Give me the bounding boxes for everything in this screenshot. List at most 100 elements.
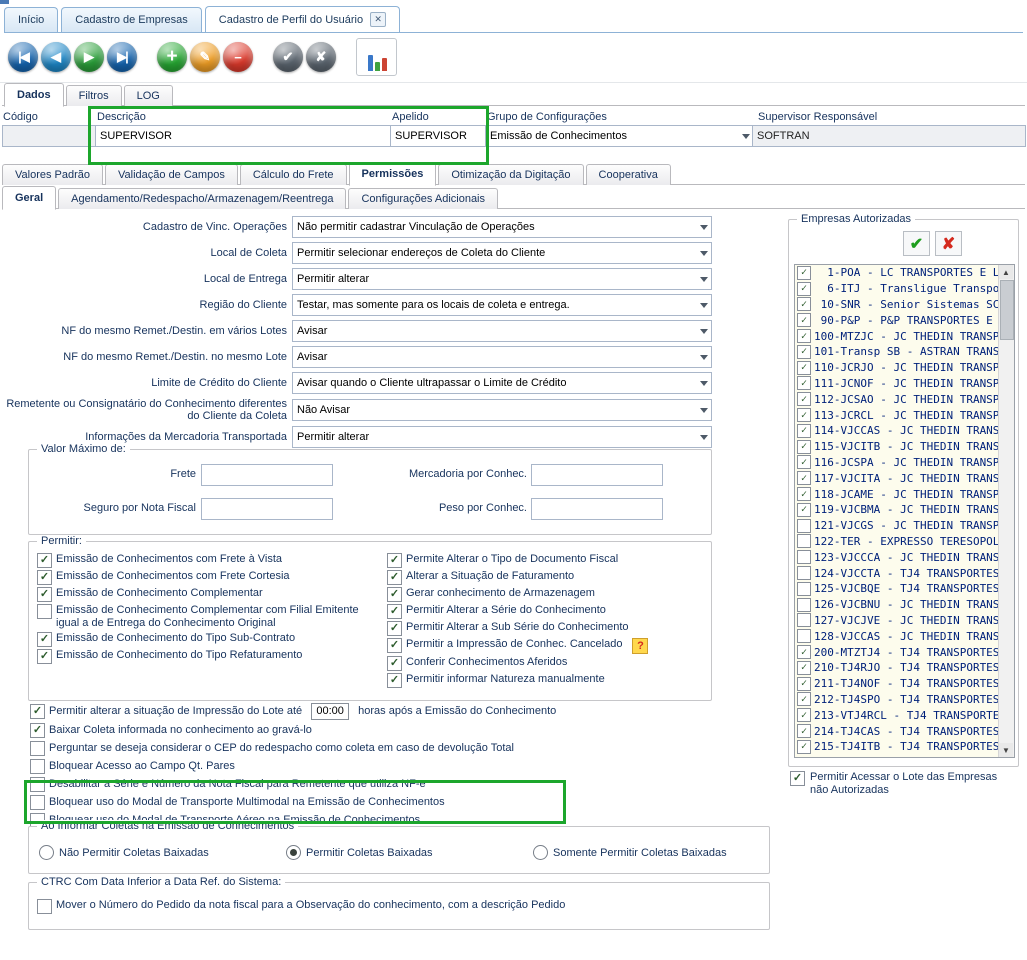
tab-filtros[interactable]: Filtros: [66, 85, 122, 106]
chevron-down-icon[interactable]: [696, 321, 711, 341]
company-row[interactable]: ✓ 10-SNR - Senior Sistemas SC: [795, 297, 1014, 313]
subtab-geral[interactable]: Geral: [2, 186, 56, 210]
chevron-down-icon[interactable]: [696, 373, 711, 393]
company-checkbox[interactable]: ✓: [797, 297, 811, 311]
radio-item[interactable]: Não Permitir Coletas Baixadas: [39, 845, 286, 860]
checkbox-item[interactable]: Mover o Número do Pedido da nota fiscal …: [37, 899, 757, 914]
dropdown-local-de-coleta[interactable]: Permitir selecionar endereços de Coleta …: [292, 242, 712, 264]
cancel-selection-button[interactable]: ✘: [935, 231, 962, 256]
company-row[interactable]: ✓200-MTZTJ4 - TJ4 TRANSPORTES: [795, 644, 1014, 660]
vertical-scrollbar[interactable]: ▲ ▼: [998, 265, 1014, 757]
company-checkbox[interactable]: ✓: [797, 487, 811, 501]
checkbox[interactable]: ✓: [30, 704, 45, 719]
company-row[interactable]: ✓113-JCRCL - JC THEDIN TRANSP: [795, 407, 1014, 423]
scroll-down-icon[interactable]: ▼: [999, 743, 1013, 757]
checkbox[interactable]: ✓: [387, 604, 402, 619]
company-checkbox[interactable]: ✓: [797, 408, 811, 422]
checkbox[interactable]: [30, 759, 45, 774]
checkbox[interactable]: ✓: [387, 621, 402, 636]
company-checkbox[interactable]: ✓: [797, 645, 811, 659]
company-checkbox[interactable]: ✓: [797, 282, 811, 296]
checkbox[interactable]: ✓: [387, 570, 402, 585]
scrollbar-thumb[interactable]: [1000, 280, 1014, 340]
company-row[interactable]: ✓119-VJCBMA - JC THEDIN TRANS: [795, 502, 1014, 518]
company-row[interactable]: 125-VJCBQE - TJ4 TRANSPORTES: [795, 581, 1014, 597]
company-row[interactable]: ✓210-TJ4RJO - TJ4 TRANSPORTES: [795, 660, 1014, 676]
tab-permissoes[interactable]: Permissões: [349, 162, 437, 186]
chevron-down-icon[interactable]: [696, 400, 711, 420]
grupo-combobox[interactable]: Emissão de Conhecimentos: [485, 125, 758, 147]
checkbox-item[interactable]: ✓Emissão de Conhecimentos com Frete à Vi…: [37, 553, 384, 568]
report-chart-button[interactable]: [356, 38, 397, 76]
company-row[interactable]: ✓118-JCAME - JC THEDIN TRANSP: [795, 486, 1014, 502]
company-row[interactable]: 126-VJCBNU - JC THEDIN TRANS: [795, 597, 1014, 613]
checkbox[interactable]: ✓: [37, 632, 52, 647]
tab-calculo-do-frete[interactable]: Cálculo do Frete: [240, 164, 347, 185]
radio-button[interactable]: [286, 845, 301, 860]
company-checkbox[interactable]: [797, 566, 811, 580]
company-checkbox[interactable]: ✓: [797, 708, 811, 722]
mdi-tab-cadastro-de-empresas[interactable]: Cadastro de Empresas: [61, 7, 202, 32]
company-checkbox[interactable]: ✓: [797, 376, 811, 390]
company-checkbox[interactable]: ✓: [797, 740, 811, 754]
company-row[interactable]: ✓212-TJ4SPO - TJ4 TRANSPORTES: [795, 692, 1014, 708]
radio-button[interactable]: [533, 845, 548, 860]
company-checkbox[interactable]: ✓: [797, 345, 811, 359]
checkbox[interactable]: ✓: [30, 723, 45, 738]
checkbox[interactable]: ✓: [790, 771, 805, 786]
company-checkbox[interactable]: ✓: [797, 692, 811, 706]
supervisor-field[interactable]: SOFTRAN: [752, 125, 1026, 147]
checkbox-item[interactable]: ✓Permitir alterar a situação de Impressã…: [30, 703, 760, 720]
company-checkbox[interactable]: [797, 598, 811, 612]
company-row[interactable]: ✓100-MTZJC - JC THEDIN TRANSP: [795, 328, 1014, 344]
company-row[interactable]: ✓ 90-P&P - P&P TRANSPORTES E: [795, 312, 1014, 328]
confirm-selection-button[interactable]: ✔: [903, 231, 930, 256]
company-checkbox[interactable]: ✓: [797, 313, 811, 327]
checkbox[interactable]: ✓: [37, 553, 52, 568]
company-checkbox[interactable]: [797, 519, 811, 533]
company-checkbox[interactable]: ✓: [797, 471, 811, 485]
checkbox-item[interactable]: ✓Emissão de Conhecimento do Tipo Refatur…: [37, 649, 384, 664]
confirm-button[interactable]: ✔: [273, 42, 303, 72]
checkbox-item[interactable]: ✓Emissão de Conhecimento Complementar: [37, 587, 384, 602]
time-input[interactable]: 00:00: [311, 703, 349, 720]
checkbox-item[interactable]: ✓Permitir informar Natureza manualmente: [387, 673, 707, 688]
company-row[interactable]: ✓112-JCSAO - JC THEDIN TRANSP: [795, 391, 1014, 407]
company-row[interactable]: 128-VJCCAS - JC THEDIN TRANS: [795, 628, 1014, 644]
dropdown-nf-do-mesmo-remet-destin-no-mesmo-lote[interactable]: Avisar: [292, 346, 712, 368]
company-checkbox[interactable]: ✓: [797, 440, 811, 454]
chevron-down-icon[interactable]: [738, 126, 753, 146]
tab-otimizacao-da-digitacao[interactable]: Otimização da Digitação: [438, 164, 583, 185]
peso-field[interactable]: [531, 498, 663, 520]
checkbox-item[interactable]: ✓Gerar conhecimento de Armazenagem: [387, 587, 707, 602]
chevron-down-icon[interactable]: [696, 243, 711, 263]
company-checkbox[interactable]: ✓: [797, 677, 811, 691]
checkbox[interactable]: [30, 741, 45, 756]
close-icon[interactable]: ✕: [370, 12, 386, 27]
company-checkbox[interactable]: ✓: [797, 661, 811, 675]
checkbox[interactable]: [37, 604, 52, 619]
checkbox-item[interactable]: ✓Emissão de Conhecimento do Tipo Sub-Con…: [37, 632, 384, 647]
apelido-field[interactable]: SUPERVISOR: [390, 125, 492, 147]
company-row[interactable]: 127-VJCJVE - JC THEDIN TRANS: [795, 613, 1014, 629]
dropdown-nf-do-mesmo-remet-destin-em-varios-lotes[interactable]: Avisar: [292, 320, 712, 342]
checkbox-item[interactable]: ✓Permitir a Impressão de Conhec. Cancela…: [387, 638, 707, 654]
checkbox[interactable]: ✓: [387, 553, 402, 568]
chevron-down-icon[interactable]: [696, 347, 711, 367]
radio-item[interactable]: Somente Permitir Coletas Baixadas: [533, 845, 780, 860]
checkbox-item[interactable]: ✓Baixar Coleta informada no conhecimento…: [30, 723, 760, 738]
company-checkbox[interactable]: [797, 629, 811, 643]
company-checkbox[interactable]: ✓: [797, 503, 811, 517]
company-row[interactable]: 124-VJCCTA - TJ4 TRANSPORTES: [795, 565, 1014, 581]
tab-cooperativa[interactable]: Cooperativa: [586, 164, 671, 185]
company-checkbox[interactable]: [797, 613, 811, 627]
company-row[interactable]: 123-VJCCCA - JC THEDIN TRANS: [795, 549, 1014, 565]
chevron-down-icon[interactable]: [696, 295, 711, 315]
checkbox[interactable]: ✓: [387, 673, 402, 688]
tab-validacao-de-campos[interactable]: Validação de Campos: [105, 164, 238, 185]
checkbox-item[interactable]: ✓Emissão de Conhecimentos com Frete Cort…: [37, 570, 384, 585]
scroll-up-icon[interactable]: ▲: [999, 265, 1013, 279]
checkbox-item[interactable]: ✓Permitir Alterar a Sub Série do Conheci…: [387, 621, 707, 636]
checkbox[interactable]: [37, 899, 52, 914]
help-icon[interactable]: ?: [632, 638, 648, 654]
